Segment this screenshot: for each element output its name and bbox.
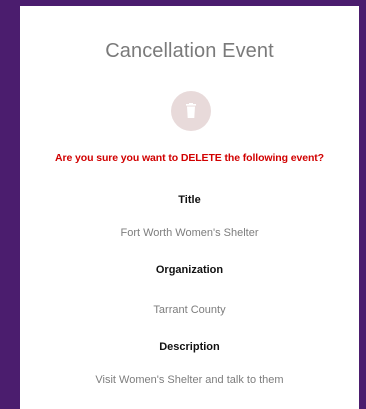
delete-icon-circle [171,91,211,131]
title-value: Fort Worth Women's Shelter [120,227,259,239]
title-label: Title [178,194,201,206]
modal-title: Cancellation Event [105,40,274,62]
organization-label: Organization [155,264,224,276]
organization-value: Tarrant County [153,304,226,316]
delete-warning: Are you sure you want to DELETE the foll… [55,152,324,164]
trash-icon [186,103,196,118]
description-label: Description [159,341,220,353]
description-value: Visit Women's Shelter and talk to them [95,374,284,386]
cancellation-modal: Cancellation Event Are you sure you want… [20,6,359,409]
